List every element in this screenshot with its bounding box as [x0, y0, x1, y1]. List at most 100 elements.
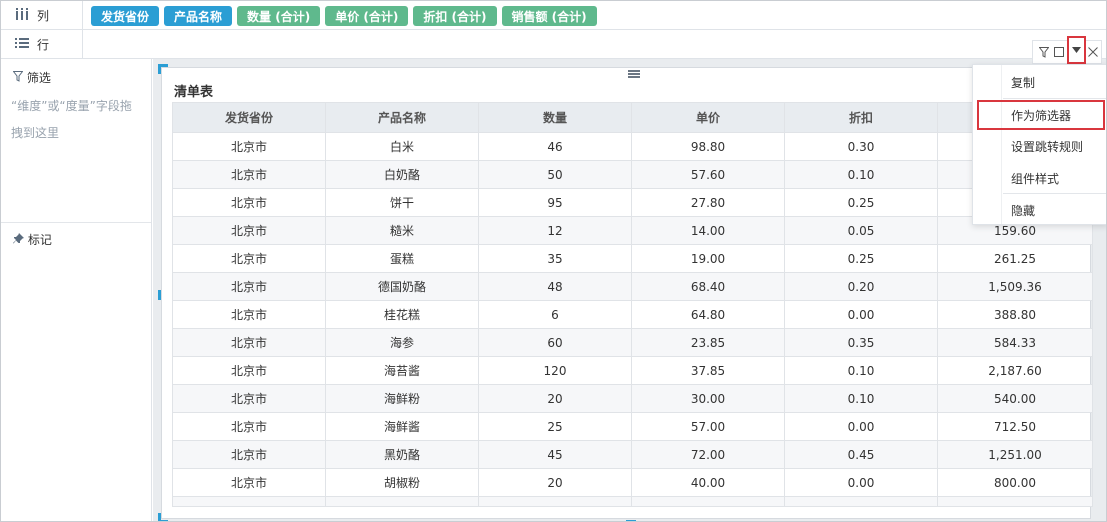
dropdown-icon[interactable] [1066, 36, 1086, 64]
cell: 72.00 [631, 440, 785, 469]
cell: 北京市 [172, 440, 326, 469]
cell: 98.80 [631, 132, 785, 161]
cell: 0.00 [784, 468, 938, 497]
cell: 30.00 [631, 384, 785, 413]
cell: 584.33 [937, 328, 1093, 357]
data-table: 发货省份 产品名称 数量 单价 折扣 北京市 白米 46 98.80 0.30 北京市白… [172, 102, 1093, 507]
field-pill-product[interactable]: 产品名称 [164, 6, 233, 26]
column-header-discount[interactable]: 折扣 [784, 102, 938, 133]
columns-icon [15, 7, 31, 23]
cell: 95 [478, 188, 632, 217]
cell: 1,509.36 [937, 272, 1093, 301]
column-header-quantity[interactable]: 数量 [478, 102, 632, 133]
menu-item-widget-style[interactable]: 组件样式 [973, 163, 1106, 193]
dashboard-canvas: 清单表 发货省份 产品名称 数量 单价 折扣 北京市 白米 46 98.80 0… [153, 59, 1106, 521]
cell: 0.05 [784, 216, 938, 245]
widget-menu: 复制 作为筛选器 设置跳转规则 组件样式 隐藏 [972, 64, 1106, 225]
cell: 35 [478, 244, 632, 273]
table-row: 北京市 德国奶酪 48 68.40 0.20 1,509.36 [172, 272, 1093, 301]
app-frame: 列 发货省份 产品名称 数量 (合计) 单价 (合计) 折扣 (合计) 销售额 … [0, 0, 1107, 522]
cell: 27.80 [631, 188, 785, 217]
cell: 120 [478, 356, 632, 385]
close-icon[interactable] [1086, 41, 1101, 63]
list-icon [15, 37, 31, 52]
table-row-partial [172, 496, 1093, 507]
columns-shelf: 列 发货省份 产品名称 数量 (合计) 单价 (合计) 折扣 (合计) 销售额 … [1, 1, 1106, 30]
menu-item-hide[interactable]: 隐藏 [973, 195, 1106, 225]
cell: 45 [478, 440, 632, 469]
cell: 0.10 [784, 356, 938, 385]
resize-handle-top-left-v[interactable] [158, 64, 161, 74]
field-pill-discount[interactable]: 折扣 (合计) [413, 6, 497, 26]
cell: 48 [478, 272, 632, 301]
table-row: 北京市 海鲜粉 20 30.00 0.10 540.00 [172, 384, 1093, 413]
cell: 海鲜粉 [325, 384, 479, 413]
field-pill-sales[interactable]: 销售额 (合计) [501, 6, 597, 26]
cell: 0.30 [784, 132, 938, 161]
menu-item-use-as-filter[interactable]: 作为筛选器 [977, 100, 1105, 130]
table-row: 北京市 白奶酪 50 57.60 0.10 [172, 160, 1093, 189]
cell: 25 [478, 412, 632, 441]
column-fields: 发货省份 产品名称 数量 (合计) 单价 (合计) 折扣 (合计) 销售额 (合… [91, 6, 597, 26]
menu-item-jump-rules[interactable]: 设置跳转规则 [973, 131, 1106, 161]
cell: 6 [478, 300, 632, 329]
table-row: 北京市 胡椒粉 20 40.00 0.00 800.00 [172, 468, 1093, 497]
menu-item-copy[interactable]: 复制 [973, 67, 1106, 97]
table-row: 北京市 糙米 12 14.00 0.05 159.60 [172, 216, 1093, 245]
cell: 海参 [325, 328, 479, 357]
left-divider [1, 222, 151, 223]
cell: 0.35 [784, 328, 938, 357]
cell: 饼干 [325, 188, 479, 217]
menu-separator [1003, 98, 1106, 99]
cell: 德国奶酪 [325, 272, 479, 301]
field-pill-quantity[interactable]: 数量 (合计) [237, 6, 321, 26]
cell: 北京市 [172, 384, 326, 413]
cell: 50 [478, 160, 632, 189]
cell: 0.25 [784, 244, 938, 273]
filter-icon[interactable] [1036, 41, 1051, 63]
cell: 68.40 [631, 272, 785, 301]
cell: 46 [478, 132, 632, 161]
cell: 20 [478, 468, 632, 497]
filter-icon [12, 71, 27, 85]
cell: 北京市 [172, 160, 326, 189]
table-row: 北京市 蛋糕 35 19.00 0.25 261.25 [172, 244, 1093, 273]
column-header-product[interactable]: 产品名称 [325, 102, 479, 133]
cell: 57.60 [631, 160, 785, 189]
widget-title: 清单表 [174, 85, 214, 100]
cell: 20 [478, 384, 632, 413]
cell: 蛋糕 [325, 244, 479, 273]
cell: 64.80 [631, 300, 785, 329]
left-panel: 筛选 “维度”或“度量”字段拖拽到这里 标记 [1, 59, 152, 521]
maximize-icon[interactable] [1051, 41, 1066, 63]
cell: 黑奶酪 [325, 440, 479, 469]
rows-shelf[interactable]: 行 [1, 30, 1106, 59]
cell: 0.25 [784, 188, 938, 217]
cell: 12 [478, 216, 632, 245]
filter-drop-zone[interactable]: “维度”或“度量”字段拖拽到这里 [11, 93, 143, 147]
cell: 北京市 [172, 244, 326, 273]
drag-handle-icon[interactable] [628, 70, 640, 78]
cell: 540.00 [937, 384, 1093, 413]
column-header-unit-price[interactable]: 单价 [631, 102, 785, 133]
cell: 0.00 [784, 300, 938, 329]
rows-label-text: 行 [37, 37, 50, 52]
cell: 胡椒粉 [325, 468, 479, 497]
cell: 14.00 [631, 216, 785, 245]
table-widget[interactable]: 清单表 发货省份 产品名称 数量 单价 折扣 北京市 白米 46 98.80 0… [158, 64, 1093, 521]
pin-icon [13, 233, 28, 247]
cell: 海苔酱 [325, 356, 479, 385]
cell: 261.25 [937, 244, 1093, 273]
rows-shelf-label: 行 [1, 30, 83, 58]
field-pill-unit-price[interactable]: 单价 (合计) [325, 6, 409, 26]
resize-handle-left[interactable] [158, 290, 161, 300]
cell: 1,251.00 [937, 440, 1093, 469]
cell: 0.45 [784, 440, 938, 469]
cell: 白奶酪 [325, 160, 479, 189]
column-header-province[interactable]: 发货省份 [172, 102, 326, 133]
cell: 糙米 [325, 216, 479, 245]
cell: 60 [478, 328, 632, 357]
table-row: 北京市 海参 60 23.85 0.35 584.33 [172, 328, 1093, 357]
table-row: 北京市 桂花糕 6 64.80 0.00 388.80 [172, 300, 1093, 329]
field-pill-province[interactable]: 发货省份 [91, 6, 160, 26]
